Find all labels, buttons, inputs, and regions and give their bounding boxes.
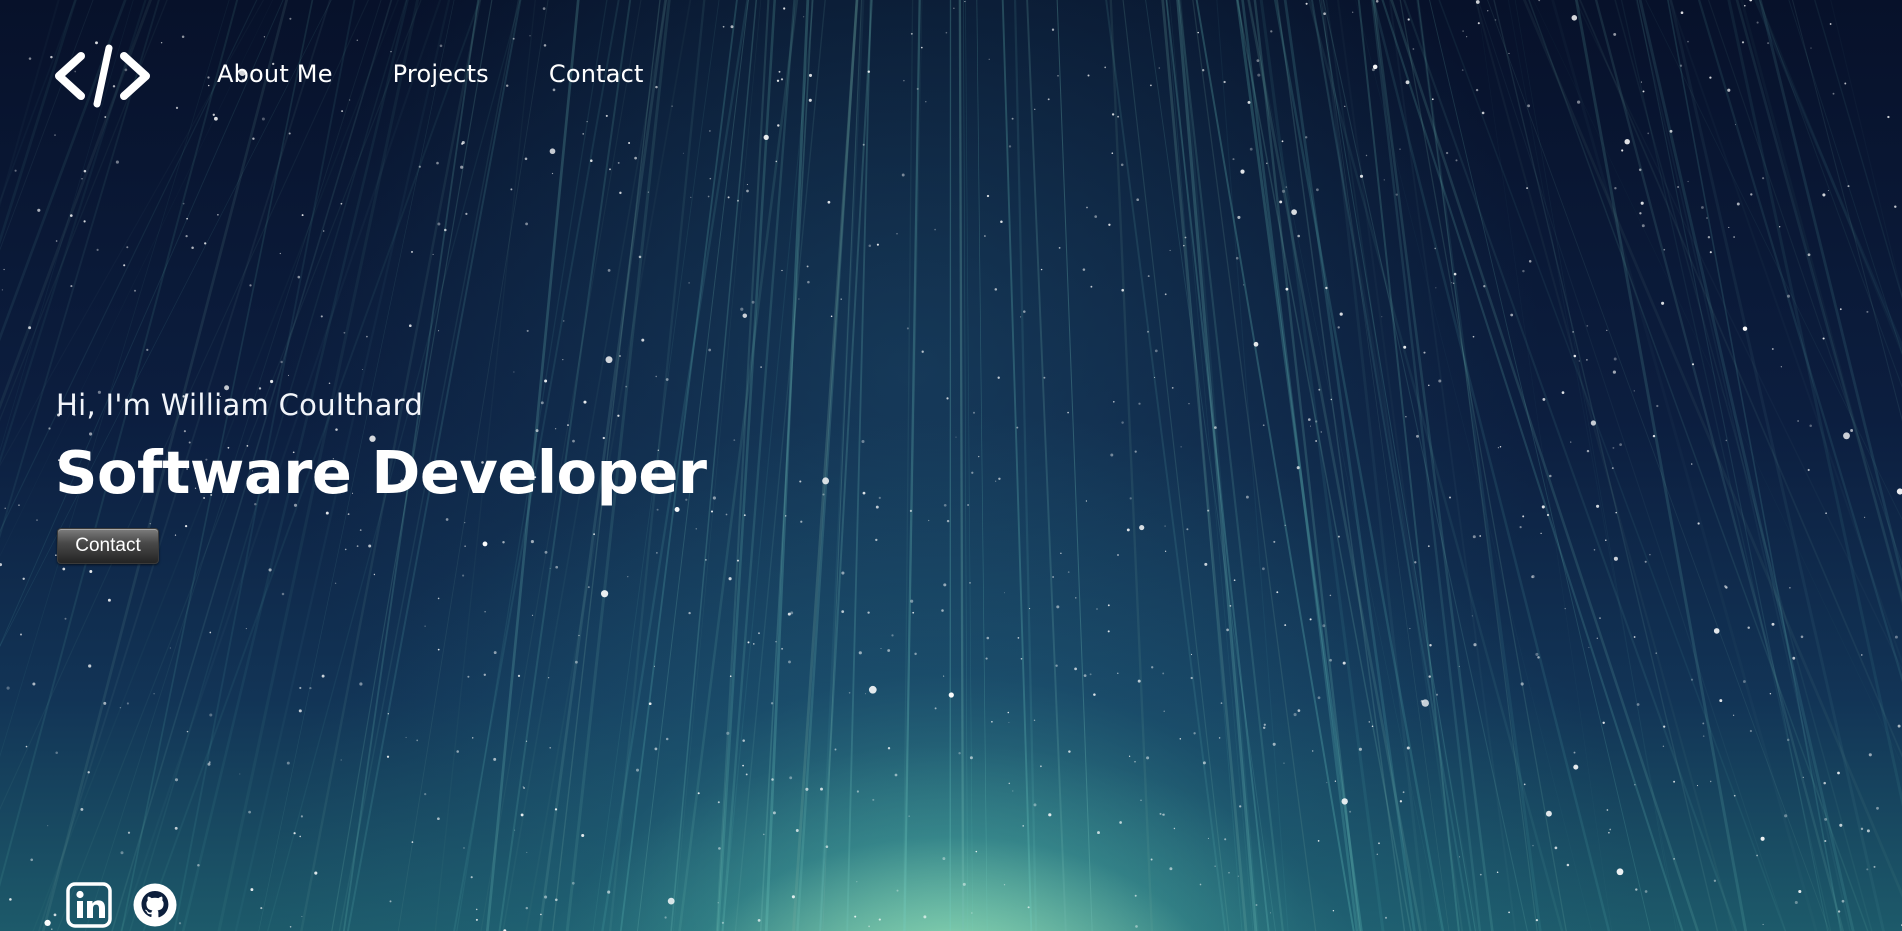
- contact-button[interactable]: Contact: [57, 528, 159, 564]
- linkedin-link[interactable]: [66, 882, 112, 928]
- github-link[interactable]: [132, 882, 178, 928]
- hero-title: Software Developer: [55, 438, 707, 507]
- hero-greeting: Hi, I'm William Coulthard: [56, 388, 424, 422]
- github-icon: [133, 883, 177, 927]
- code-brackets-icon: [55, 44, 150, 108]
- nav-item-contact[interactable]: Contact: [549, 60, 644, 88]
- page: About Me Projects Contact Hi, I'm Willia…: [0, 0, 1902, 931]
- main-nav: About Me Projects Contact: [217, 60, 704, 88]
- nav-item-projects[interactable]: Projects: [393, 60, 489, 88]
- social-links: [66, 882, 178, 928]
- logo-home-link[interactable]: [55, 44, 150, 108]
- linkedin-icon: [66, 882, 112, 928]
- nav-item-about-me[interactable]: About Me: [217, 60, 333, 88]
